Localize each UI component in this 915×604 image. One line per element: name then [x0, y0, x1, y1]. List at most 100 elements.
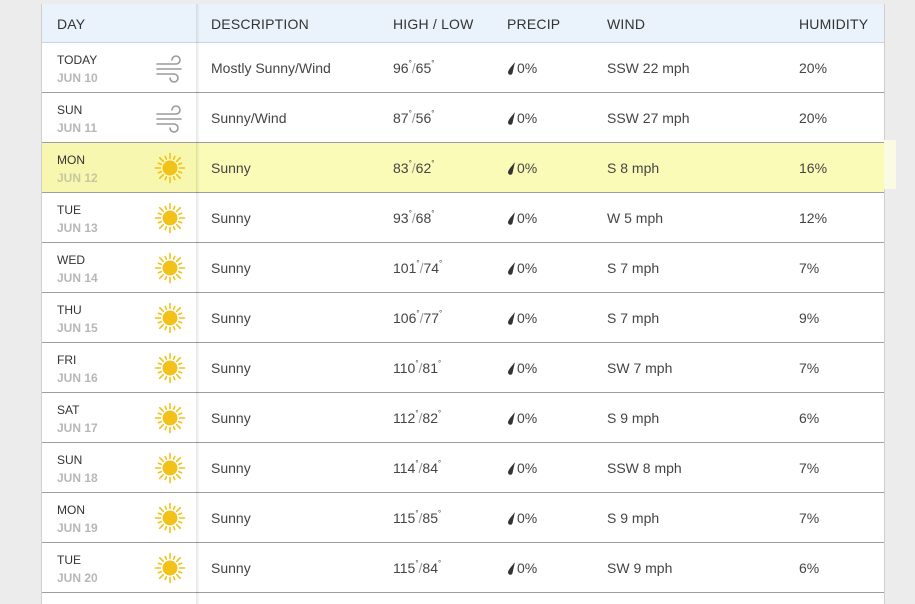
day-cell: MON JUN 12 — [42, 143, 197, 192]
high-temp: 87 — [393, 110, 409, 126]
raindrop-icon — [507, 210, 517, 226]
description: Sunny — [211, 460, 251, 476]
raindrop-icon — [507, 260, 517, 276]
table-row[interactable]: SUN JUN 11 Sunny/Wind 87°/56° 0% SSW 27 mph 20… — [42, 93, 884, 143]
day-date: JUN 13 — [57, 221, 98, 235]
table-row[interactable]: FRI JUN 16 Sunny 110°/81° 0% SW 7 mph 7% — [42, 343, 884, 393]
table-row[interactable]: SAT JUN 17 Sunny 112°/82° 0% S 9 mph 6% — [42, 393, 884, 443]
high-low: 96°/65° — [393, 59, 435, 76]
day-cell: MON JUN 19 — [42, 493, 197, 542]
high-low: 115°/85° — [393, 509, 442, 526]
high-temp: 106 — [393, 310, 417, 326]
precip: 0% — [507, 260, 537, 276]
header-humidity: HUMIDITY — [799, 16, 869, 32]
table-row[interactable]: TUE JUN 20 Sunny 115°/84° 0% SW 9 mph 6% — [42, 543, 884, 593]
precip-value: 0% — [517, 410, 538, 426]
day-cell: TUE JUN 13 — [42, 193, 197, 242]
low-temp: 84 — [422, 460, 438, 476]
humidity: 12% — [799, 210, 828, 226]
header-wind: WIND — [607, 16, 646, 32]
precip-value: 0% — [517, 60, 538, 76]
day-date: JUN 10 — [57, 71, 98, 85]
day-cell: SUN JUN 18 — [42, 443, 197, 492]
sun-icon — [154, 252, 186, 284]
day-name: TODAY — [57, 53, 98, 67]
precip: 0% — [507, 410, 537, 426]
table-row[interactable]: MON JUN 12 Sunny 83°/62° 0% S 8 mph 16% — [42, 143, 884, 193]
day-name: FRI — [57, 353, 77, 367]
day-date: JUN 12 — [57, 171, 98, 185]
day-cell: TUE JUN 20 — [42, 543, 197, 592]
forecast-table: DAY DESCRIPTION HIGH / LOW PRECIP WIND H… — [41, 4, 885, 604]
day-cell: FRI JUN 16 — [42, 343, 197, 392]
precip: 0% — [507, 360, 537, 376]
sun-icon — [154, 152, 186, 184]
high-low: 115°/84° — [393, 559, 442, 576]
humidity: 7% — [799, 360, 820, 376]
table-row[interactable]: THU JUN 15 Sunny 106°/77° 0% S 7 mph 9% — [42, 293, 884, 343]
table-header: DAY DESCRIPTION HIGH / LOW PRECIP WIND H… — [42, 4, 884, 43]
humidity: 6% — [799, 410, 820, 426]
day-name: TUE — [57, 553, 81, 567]
low-temp: 68 — [415, 210, 432, 226]
day-date: JUN 11 — [57, 121, 98, 135]
precip: 0% — [507, 460, 537, 476]
high-temp: 101 — [393, 260, 417, 276]
sun-icon — [154, 202, 186, 234]
high-low: 87°/56° — [393, 109, 435, 126]
wind: SW 9 mph — [607, 560, 673, 576]
table-row[interactable]: SUN JUN 18 Sunny 114°/84° 0% SSW 8 mph 7% — [42, 443, 884, 493]
description: Sunny — [211, 560, 251, 576]
table-row[interactable]: TUE JUN 13 Sunny 93°/68° 0% W 5 mph 12% — [42, 193, 884, 243]
humidity: 7% — [799, 510, 820, 526]
low-temp: 85 — [422, 510, 438, 526]
wind: SW 7 mph — [607, 360, 673, 376]
wind: S 9 mph — [607, 510, 660, 526]
humidity: 20% — [799, 110, 828, 126]
low-temp: 81 — [422, 360, 438, 376]
day-name: MON — [57, 503, 85, 517]
table-row[interactable]: MON JUN 19 Sunny 115°/85° 0% S 9 mph 7% — [42, 493, 884, 543]
wind: SSW 22 mph — [607, 60, 690, 76]
day-name: SUN — [57, 103, 83, 117]
wind: SSW 27 mph — [607, 110, 690, 126]
description: Sunny — [211, 410, 251, 426]
day-name: MON — [57, 153, 85, 167]
table-row[interactable]: TODAY JUN 10 Mostly Sunny/Wind 96°/65° 0% SSW… — [42, 43, 884, 93]
precip-value: 0% — [517, 560, 538, 576]
humidity: 7% — [799, 460, 820, 476]
table-row[interactable]: WED JUN 14 Sunny 101°/74° 0% S 7 mph 7% — [42, 243, 884, 293]
header-high-low: HIGH / LOW — [393, 16, 474, 32]
precip: 0% — [507, 560, 537, 576]
high-low: 114°/84° — [393, 459, 442, 476]
description: Sunny — [211, 160, 251, 176]
wind: S 8 mph — [607, 160, 660, 176]
high-temp: 114 — [393, 460, 416, 476]
day-date: JUN 20 — [57, 571, 98, 585]
day-date: JUN 19 — [57, 521, 98, 535]
day-cell: THU JUN 15 — [42, 293, 197, 342]
day-date: JUN 16 — [57, 371, 98, 385]
wind: S 7 mph — [607, 260, 660, 276]
humidity: 6% — [799, 560, 820, 576]
precip-value: 0% — [517, 260, 538, 276]
wind: SSW 8 mph — [607, 460, 682, 476]
description: Sunny — [211, 210, 251, 226]
precip: 0% — [507, 210, 537, 226]
sun-icon — [154, 452, 186, 484]
high-temp: 110 — [393, 360, 416, 376]
day-cell: WED JUN 14 — [42, 243, 197, 292]
precip: 0% — [507, 160, 537, 176]
day-cell: TODAY JUN 10 — [42, 43, 197, 92]
raindrop-icon — [507, 360, 517, 376]
raindrop-icon — [507, 410, 517, 426]
table-body: TODAY JUN 10 Mostly Sunny/Wind 96°/65° 0% SSW… — [42, 43, 884, 593]
raindrop-icon — [507, 60, 517, 76]
day-name: TUE — [57, 203, 81, 217]
raindrop-icon — [507, 460, 517, 476]
day-name: SAT — [57, 403, 80, 417]
humidity: 7% — [799, 260, 820, 276]
sun-icon — [154, 502, 186, 534]
high-low: 112°/82° — [393, 409, 442, 426]
precip-value: 0% — [517, 460, 538, 476]
